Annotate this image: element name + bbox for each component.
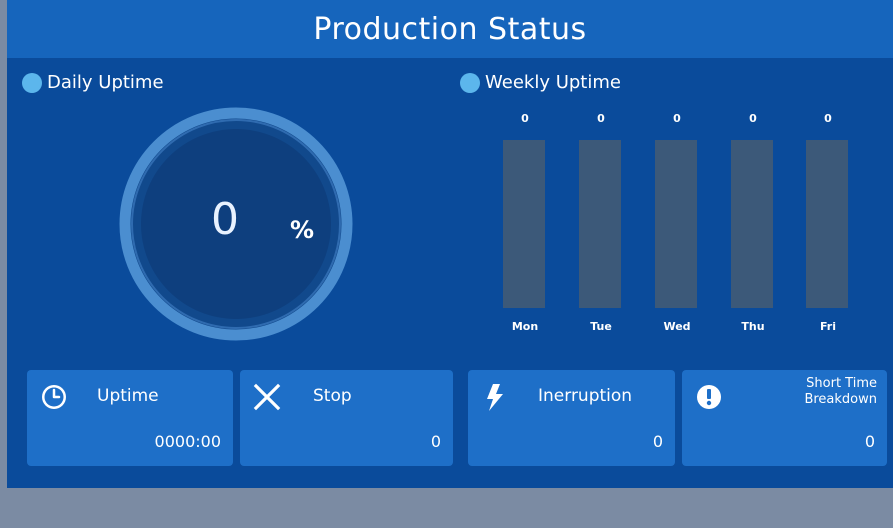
bar-track: [503, 140, 545, 308]
breakdown-label-line1: Short Time: [806, 376, 877, 391]
bullet-dot-icon: [22, 72, 42, 93]
breakdown-value: 0: [864, 432, 875, 451]
interruption-label: Inerruption: [538, 386, 633, 406]
bar-value: 0: [673, 112, 681, 125]
weekly-uptime-title: Weekly Uptime: [485, 72, 621, 93]
clock-icon: [42, 385, 66, 409]
daily-uptime-unit: %: [290, 216, 315, 244]
production-status-panel: Production Status Daily Uptime 0 % Weekl…: [7, 0, 893, 488]
daily-uptime-value: 0: [211, 194, 239, 245]
bar-day-label: Thu: [741, 320, 765, 333]
bar-track: [655, 140, 697, 308]
interruption-value: 0: [652, 432, 663, 451]
bar-track: [731, 140, 773, 308]
short-time-breakdown-card[interactable]: Short Time Breakdown 0: [682, 370, 887, 466]
uptime-value: 0000:00: [154, 432, 221, 451]
lightning-icon: [487, 384, 503, 411]
bar-value: 0: [749, 112, 757, 125]
bar-day-label: Tue: [590, 320, 612, 333]
bar-day-label: Wed: [663, 320, 691, 333]
uptime-label: Uptime: [97, 386, 159, 406]
breakdown-label: Short Time Breakdown: [742, 376, 877, 408]
stop-card[interactable]: Stop 0: [240, 370, 453, 466]
page-title: Production Status: [313, 11, 587, 47]
exclamation-icon: [697, 385, 721, 409]
x-icon: [253, 383, 281, 411]
footer-bar: [0, 488, 893, 528]
daily-uptime-heading: Daily Uptime: [22, 72, 164, 93]
uptime-card[interactable]: Uptime 0000:00: [27, 370, 233, 466]
bar-value: 0: [521, 112, 529, 125]
interruption-card[interactable]: Inerruption 0: [468, 370, 675, 466]
bar-track: [579, 140, 621, 308]
bar-value: 0: [597, 112, 605, 125]
breakdown-label-line2: Breakdown: [804, 392, 877, 407]
bullet-dot-icon: [460, 72, 480, 93]
stop-label: Stop: [313, 386, 352, 406]
bar-value: 0: [824, 112, 832, 125]
bar-day-label: Mon: [511, 320, 539, 333]
bar-day-label: Fri: [819, 320, 836, 333]
stop-value: 0: [430, 432, 441, 451]
title-bar: Production Status: [7, 0, 893, 58]
daily-uptime-title: Daily Uptime: [47, 72, 164, 93]
bar-track: [806, 140, 848, 308]
weekly-uptime-heading: Weekly Uptime: [460, 72, 621, 93]
